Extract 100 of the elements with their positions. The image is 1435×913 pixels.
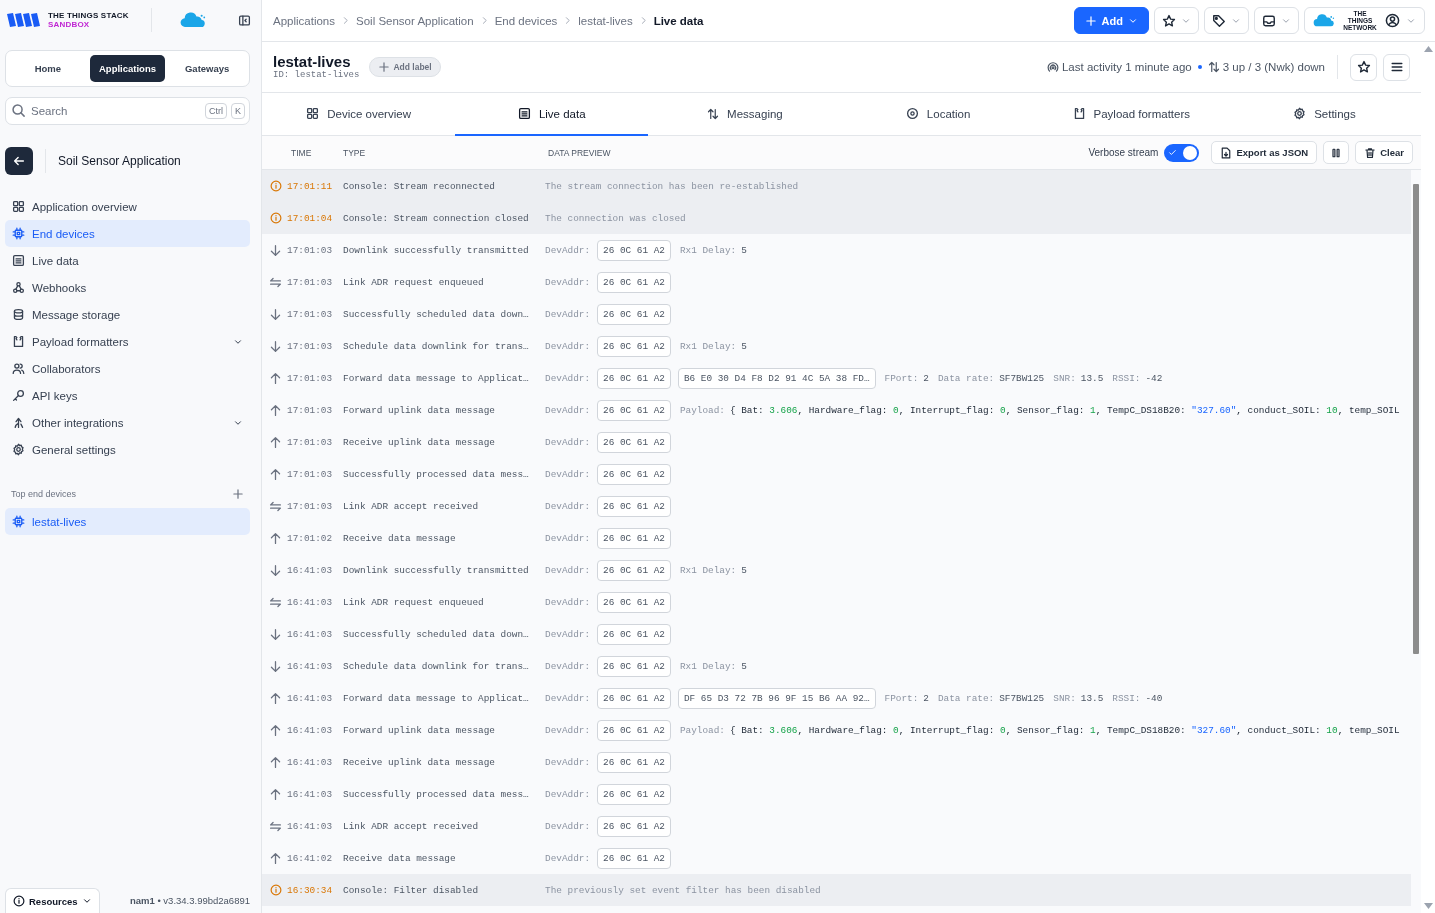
field-label: Payload: <box>679 724 725 736</box>
grid-icon <box>12 200 25 213</box>
settings-icon <box>12 443 25 456</box>
event-type: Successfully scheduled data down… <box>343 628 530 640</box>
logo-icon <box>6 11 42 29</box>
event-row[interactable]: 17:01:03 Link ADR request enqueued DevAddr: 26 0C 61 A2 <box>262 266 1411 298</box>
tab[interactable]: Messaging <box>648 93 842 136</box>
sidebar-item[interactable]: General settings <box>5 436 250 463</box>
device-item[interactable]: lestat-lives <box>5 508 250 535</box>
sidebar-item[interactable]: Application overview <box>5 193 250 220</box>
sidebar-item[interactable]: End devices <box>5 220 250 247</box>
breadcrumb-link[interactable]: End devices <box>494 14 558 27</box>
event-row[interactable]: 16:41:03 Successfully scheduled data down… DevAddr: 26 0C 61 A2 <box>262 618 1411 650</box>
field-value: -40 <box>1145 692 1163 704</box>
event-time: 17:01:03 <box>287 244 333 256</box>
column-header: DATA PREVIEW <box>548 147 611 158</box>
field-label: Data rate: <box>937 692 995 704</box>
sidebar-item[interactable]: Webhooks <box>5 274 250 301</box>
add-button[interactable]: Add <box>1073 7 1149 34</box>
event-row[interactable]: 16:41:02 Receive data message DevAddr: 26 0C 61 A2 <box>262 842 1411 874</box>
event-time: 16:41:03 <box>287 756 333 768</box>
event-row[interactable]: 16:41:03 Link ADR accept received DevAddr: 26 0C 61 A2 <box>262 810 1411 842</box>
breadcrumb-current[interactable]: Live data <box>653 14 704 27</box>
field-label: DevAddr: <box>545 244 590 256</box>
event-message: The previously set event filter has been disabled <box>545 884 821 896</box>
event-row[interactable]: 17:01:03 Downlink successfully transmitted DevAddr: 26 0C 61 A2 Rx1 Delay: 5 <box>262 234 1411 266</box>
sidebar-item[interactable]: Message storage <box>5 301 250 328</box>
field-label: DevAddr: <box>545 404 590 416</box>
export-button[interactable]: Export as JSON <box>1211 141 1318 164</box>
info-icon <box>269 180 282 192</box>
field-value: 2 <box>923 372 929 384</box>
event-row[interactable]: 16:30:34 Console: Filter disabled The previously set event filter has been disabled <box>262 874 1411 906</box>
arrow-up-icon <box>269 787 282 801</box>
arrow-up-icon <box>269 435 282 449</box>
event-time: 17:01:11 <box>287 180 333 192</box>
nav-tab[interactable]: Applications <box>89 55 166 82</box>
event-row[interactable]: 16:41:03 Forward data message to Applicat… DevAddr: 26 0C 61 A2 DF 65 D3 72 7B 96 9F 15 B6 AA 92… FPort: 2 Data rate: SF7BW125 SNR: 13.5 RSSI: -40 <box>262 682 1411 714</box>
pause-icon <box>1330 146 1343 159</box>
event-row[interactable]: 16:41:03 Link ADR request enqueued DevAddr: 26 0C 61 A2 <box>262 586 1411 618</box>
tab[interactable]: Location <box>841 93 1035 136</box>
event-row[interactable]: 17:01:03 Receive uplink data message DevAddr: 26 0C 61 A2 <box>262 426 1411 458</box>
event-row[interactable]: 16:41:03 Successfully processed data mess… DevAddr: 26 0C 61 A2 <box>262 778 1411 810</box>
event-row[interactable]: 17:01:11 Console: Stream reconnected The stream connection has been re-established <box>262 170 1411 202</box>
nav-tab[interactable]: Home <box>10 55 86 82</box>
menu-icon <box>1389 60 1404 74</box>
breadcrumb-link[interactable]: Soil Sensor Application <box>356 14 474 27</box>
field-label: SNR: <box>1053 692 1076 704</box>
sidebar-item[interactable]: API keys <box>5 382 250 409</box>
event-row[interactable]: 17:01:03 Successfully processed data mess… DevAddr: 26 0C 61 A2 <box>262 458 1411 490</box>
tab[interactable]: Payload formatters <box>1034 93 1228 136</box>
labels-button[interactable] <box>1204 7 1249 34</box>
nav-tab[interactable]: Gateways <box>169 55 245 82</box>
event-row[interactable]: 17:01:03 Successfully scheduled data down… DevAddr: 26 0C 61 A2 <box>262 298 1411 330</box>
grid-icon <box>306 107 320 120</box>
tab[interactable]: Settings <box>1227 93 1422 136</box>
field-value: 5 <box>741 340 747 352</box>
event-row[interactable]: 16:41:03 Downlink successfully transmitted DevAddr: 26 0C 61 A2 Rx1 Delay: 5 <box>262 554 1411 586</box>
sidebar-item[interactable]: Other integrations <box>5 409 250 436</box>
field-label: DevAddr: <box>545 820 590 832</box>
devaddr-chip: 26 0C 61 A2 <box>597 495 671 517</box>
arrow-up-icon <box>269 851 282 865</box>
sidebar-item[interactable]: Payload formatters <box>5 328 250 355</box>
field-label: RSSI: <box>1112 372 1141 384</box>
arrow-up-icon <box>269 403 282 417</box>
event-row[interactable]: 17:01:04 Console: Stream connection closed The connection was closed <box>262 202 1411 234</box>
event-row[interactable]: 17:01:03 Schedule data downlink for trans… DevAddr: 26 0C 61 A2 Rx1 Delay: 5 <box>262 330 1411 362</box>
event-row[interactable]: 16:41:03 Receive uplink data message DevAddr: 26 0C 61 A2 <box>262 746 1411 778</box>
star-button[interactable] <box>1350 53 1377 81</box>
event-row[interactable]: 17:01:03 Link ADR accept received DevAddr: 26 0C 61 A2 <box>262 490 1411 522</box>
event-row[interactable]: 16:41:03 Forward uplink data message DevAddr: 26 0C 61 A2 Payload: { Bat: 3.606, Hardware_flag: 0, Interrupt_flag: 0, Sensor_flag: 1, TempC_DS18B20: "327.60", conduct_SOIL: 10, temp_SOIL <box>262 714 1411 746</box>
event-type: Forward data message to Applicat… <box>343 372 530 384</box>
event-row[interactable]: 16:41:03 Schedule data downlink for trans… DevAddr: 26 0C 61 A2 Rx1 Delay: 5 <box>262 650 1411 682</box>
tab[interactable]: Device overview <box>262 93 456 136</box>
verbose-toggle[interactable] <box>1164 143 1200 162</box>
sidebar-item[interactable]: Live data <box>5 247 250 274</box>
event-row[interactable]: 17:01:03 Forward data message to Applicat… DevAddr: 26 0C 61 A2 B6 E0 30 D4 F8 D2 91 4C 5A 38 FD… FPort: 2 Data rate: SF7BW125 SNR: 13.5 RSSI: -42 <box>262 362 1411 394</box>
devaddr-chip: 26 0C 61 A2 <box>597 847 671 869</box>
trash-icon <box>1364 146 1377 159</box>
breadcrumb-link[interactable]: lestat-lives <box>578 14 633 27</box>
back-button[interactable] <box>5 147 33 175</box>
sidebar-item[interactable]: Collaborators <box>5 355 250 382</box>
pause-button[interactable] <box>1323 141 1350 164</box>
cloud-logo-icon <box>1313 14 1335 27</box>
notifications-button[interactable] <box>1254 7 1299 34</box>
field-label: DevAddr: <box>545 308 590 320</box>
resources-button[interactable]: Resources <box>5 888 100 913</box>
event-row[interactable]: 17:01:03 Forward uplink data message DevAddr: 26 0C 61 A2 Payload: { Bat: 3.606, Hardware_flag: 0, Interrupt_flag: 0, Sensor_flag: 1, TempC_DS18B20: "327.60", conduct_SOIL: 10, temp_SOIL <box>262 394 1411 426</box>
bookmarks-button[interactable] <box>1154 7 1199 34</box>
add-label-button[interactable]: Add label <box>369 57 441 77</box>
menu-button[interactable] <box>1383 53 1410 81</box>
scrollbar-thumb[interactable] <box>1413 184 1419 654</box>
event-row[interactable]: 17:01:02 Receive data message DevAddr: 26 0C 61 A2 <box>262 522 1411 554</box>
event-type: Schedule data downlink for trans… <box>343 660 530 672</box>
list-icon <box>12 254 25 267</box>
breadcrumb-link[interactable]: Applications <box>273 14 335 27</box>
devaddr-chip: 26 0C 61 A2 <box>597 335 671 357</box>
field-label: Data rate: <box>937 372 995 384</box>
check-icon <box>1168 147 1178 157</box>
event-type: Successfully processed data mess… <box>343 468 530 480</box>
clear-button[interactable]: Clear <box>1355 141 1413 164</box>
